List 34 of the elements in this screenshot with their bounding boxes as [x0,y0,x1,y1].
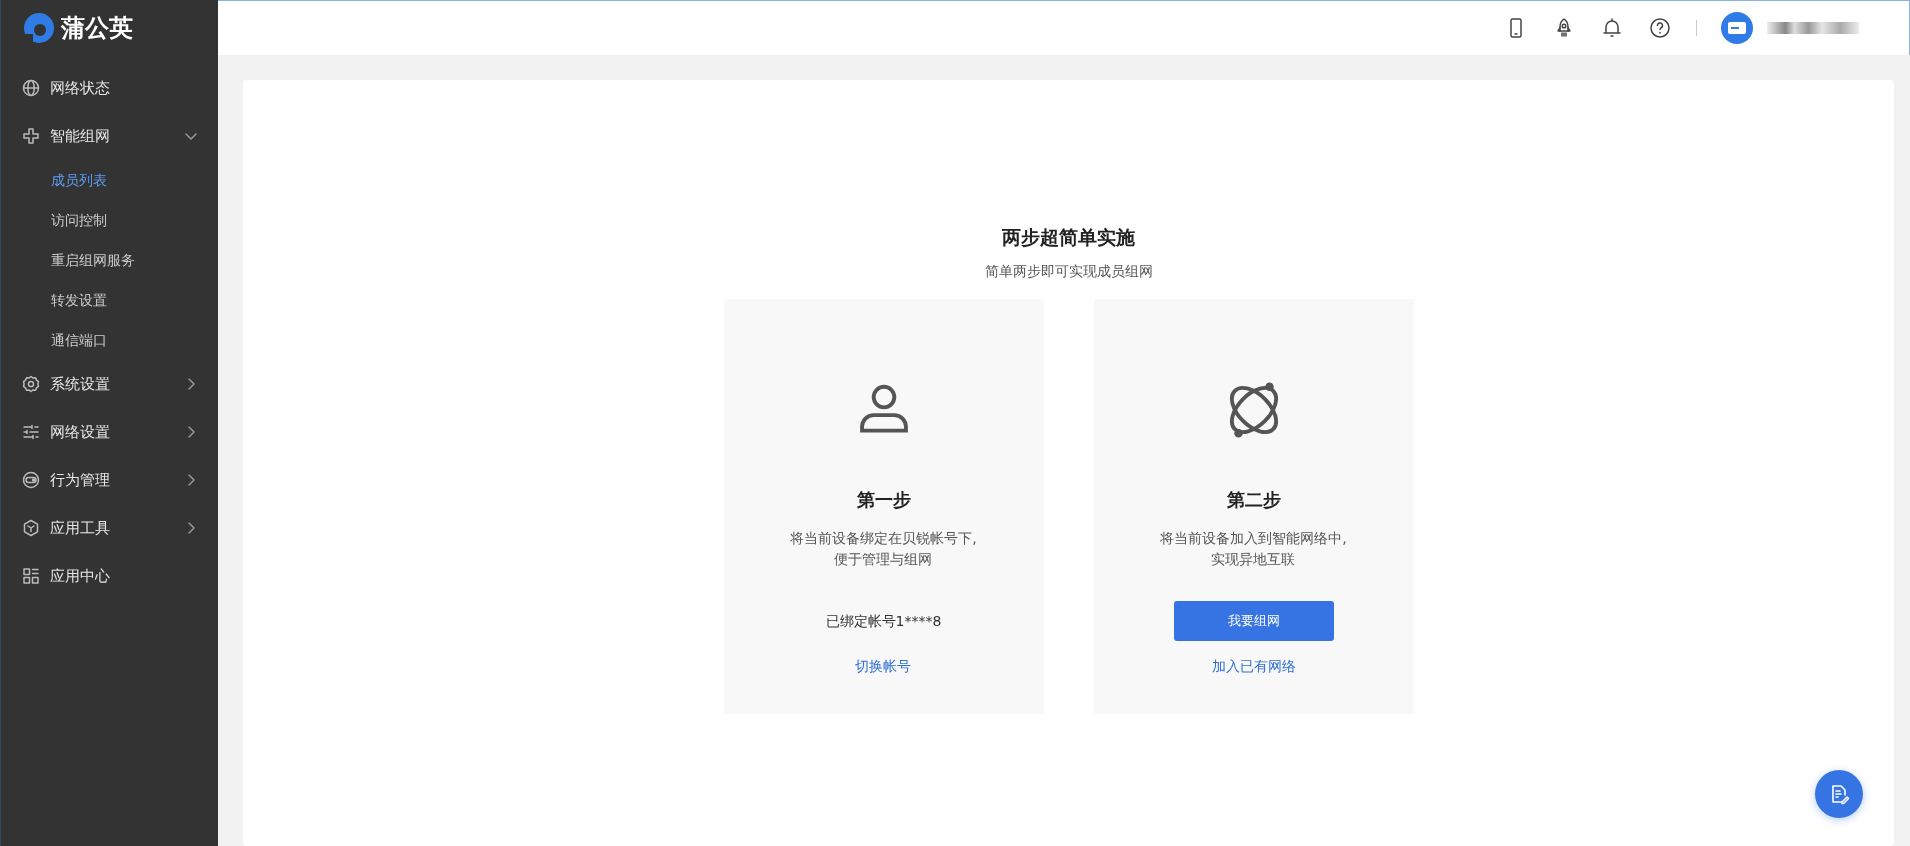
bell-icon[interactable] [1600,16,1624,40]
page-subtitle: 简单两步即可实现成员组网 [984,263,1153,281]
sliders-icon [21,422,41,442]
nav-subitem[interactable]: 成员列表 [1,160,218,200]
nav-item[interactable]: 系统设置 [1,360,218,408]
nav-item[interactable]: 网络状态 [1,64,218,112]
step-description: 将当前设备加入到智能网络中, 实现异地互联 [1160,529,1347,569]
link[interactable]: 切换帐号 [855,658,912,676]
nav-item[interactable]: 应用中心 [1,552,218,600]
nav-subitem[interactable]: 转发设置 [1,280,218,320]
logo-text: 蒲公英 [61,13,133,44]
step-title: 第二步 [1226,488,1281,512]
step-description: 将当前设备绑定在贝锐帐号下, 便于管理与组网 [790,529,977,569]
page-title: 两步超简单实施 [1002,225,1135,250]
join-network-button[interactable]: 我要组网 [1173,601,1334,641]
logo-icon [23,12,55,44]
nav-subitem[interactable]: 通信端口 [1,320,218,360]
link[interactable]: 加入已有网络 [1211,658,1296,676]
cube-icon [21,518,41,538]
step-title: 第一步 [856,488,911,512]
cross-shape-icon [21,126,41,146]
nav-subitem[interactable]: 重启组网服务 [1,240,218,280]
toggle-icon [21,470,41,490]
help-icon[interactable] [1648,16,1672,40]
nav-item[interactable]: 行为管理 [1,456,218,504]
avatar[interactable] [1721,12,1753,44]
globe-icon [21,78,41,98]
nav-item[interactable]: 网络设置 [1,408,218,456]
grid-icon [21,566,41,586]
nav-item[interactable]: 应用工具 [1,504,218,552]
nav-item[interactable]: 智能组网 [1,112,218,160]
gear-icon [21,374,41,394]
nav-subitem[interactable]: 访问控制 [1,200,218,240]
bound-account-text: 已绑定帐号1****8 [825,612,942,631]
